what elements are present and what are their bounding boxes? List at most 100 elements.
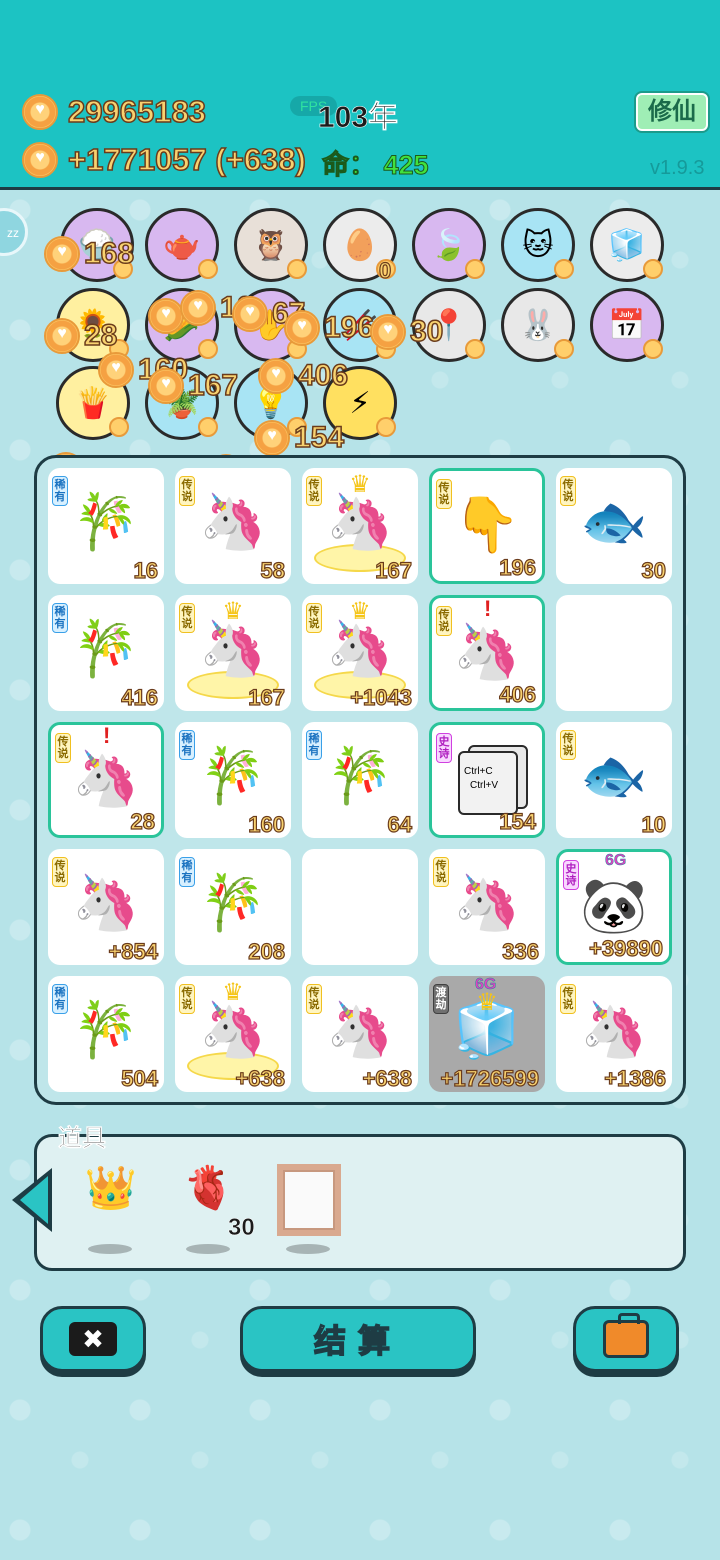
rarity-tag: 传说 [436, 606, 452, 636]
grid-cell[interactable]: 🦄 传说 58 [175, 468, 291, 584]
grid-cell[interactable]: 👇 传说 196 [429, 468, 545, 584]
owls-icon[interactable]: 🦉 [234, 208, 308, 282]
cell-value: 336 [502, 938, 540, 964]
floating-coin: 28 [44, 318, 118, 354]
floating-coin: 30 [370, 314, 444, 350]
coin-icon [148, 298, 184, 334]
floating-coin-value: 196 [323, 310, 375, 345]
coin-icon [180, 290, 216, 326]
rarity-tag: 稀有 [306, 730, 322, 760]
income-display: +1771057 (+638) [22, 141, 307, 178]
rarity-tag: 传说 [436, 479, 452, 509]
coin-icon [198, 417, 218, 437]
fries-icon-glyph: 🍟 [74, 386, 112, 420]
settle-button[interactable]: 结算 [240, 1306, 476, 1372]
cell-value: +1726599 [440, 1065, 540, 1091]
alert-icon: ! [484, 596, 492, 621]
cell-value: +638 [362, 1065, 413, 1091]
coin-icon [198, 339, 218, 359]
rabbit-icon-glyph: 🐰 [519, 308, 557, 342]
floating-coin-value: 28 [83, 318, 118, 353]
tofu-cubes-icon[interactable]: 🧊 [590, 208, 664, 282]
level-badge: 6G [605, 852, 627, 869]
rarity-tag: 传说 [179, 984, 195, 1014]
grid-cell[interactable]: 🦄 传说 336 [429, 849, 545, 965]
cat-tree-icon[interactable]: 🐱 [501, 208, 575, 282]
grid-cell[interactable]: 🦄 传说 +854 [48, 849, 164, 965]
coin-icon [198, 259, 218, 279]
grid-cell[interactable]: 🦄 ♛ 传说 167 [175, 595, 291, 711]
cell-value: 167 [375, 557, 413, 583]
gravy-boat-icon-glyph: 🫖 [163, 228, 201, 262]
rabbit-icon[interactable]: 🐰 [501, 288, 575, 362]
grid-cell[interactable]: 🦄! 传说 406 [429, 595, 545, 711]
coin-icon [98, 352, 134, 388]
grid-cell[interactable]: 🦄 ♛ 传说 +1043 [302, 595, 418, 711]
year-display: 103年 [318, 101, 399, 135]
floating-coin: 406 [258, 358, 349, 394]
floating-coin: 154 [254, 420, 345, 456]
rarity-tag: 传说 [179, 603, 195, 633]
item-frame[interactable] [272, 1164, 346, 1254]
grid-cell[interactable]: 🐼 6G 史诗 +39890 [556, 849, 672, 965]
floating-coin-value: 154 [293, 420, 345, 455]
grid-cell[interactable] [556, 595, 672, 711]
grid-cell[interactable]: 🦄 传说 +638 [302, 976, 418, 1092]
cultivation-button[interactable]: 修仙 [636, 93, 708, 131]
alert-icon: ! [103, 723, 111, 748]
coin-icon [22, 142, 58, 178]
rarity-tag: 传说 [560, 476, 576, 506]
grid-cell[interactable]: 🐟 传说 30 [556, 468, 672, 584]
coin-icon [643, 339, 663, 359]
income-value: +1771057 (+638) [67, 141, 306, 178]
items-title: 道具 [58, 1125, 107, 1153]
coin-icon [554, 339, 574, 359]
grid-cell[interactable]: 🎋 稀有 504 [48, 976, 164, 1092]
rarity-tag: 传说 [560, 730, 576, 760]
grid-cell[interactable]: 🧊 ♛ 6G 渡劫 +1726599 [429, 976, 545, 1092]
leaf-icon-glyph: 🍃 [430, 228, 468, 262]
lightning-icon-glyph: ⚡ [349, 386, 371, 420]
leaf-icon[interactable]: 🍃 [412, 208, 486, 282]
grid-cell[interactable]: 🦄 ♛ 传说 +638 [175, 976, 291, 1092]
icon-count: 0 [378, 257, 392, 283]
cell-value: 208 [248, 938, 286, 964]
clipboard-line: Ctrl+C [464, 766, 493, 777]
grid-cell[interactable]: 🦄! 传说 28 [48, 722, 164, 838]
grid-cell[interactable] [302, 849, 418, 965]
coin-icon [465, 259, 485, 279]
grid-cell[interactable]: 🎋 稀有 64 [302, 722, 418, 838]
floating-coin: 196 [284, 310, 375, 346]
floating-coin-value: 406 [297, 358, 349, 393]
calendar-icon-glyph: 📅 [608, 308, 646, 342]
grid-cell[interactable]: 🐟 传说 10 [556, 722, 672, 838]
cell-value: 406 [499, 681, 537, 707]
grid-cell[interactable]: 🎋 稀有 208 [175, 849, 291, 965]
grid-cell[interactable]: Ctrl+C Ctrl+V 史诗 154 [429, 722, 545, 838]
cell-value: +1043 [350, 684, 413, 710]
coin-icon [148, 368, 184, 404]
bag-button[interactable] [573, 1306, 679, 1372]
level-badge: 6G [475, 976, 497, 993]
clipboard-icon: Ctrl+C Ctrl+V [458, 751, 518, 815]
grid-cell[interactable]: 🎋 稀有 160 [175, 722, 291, 838]
calendar-icon[interactable]: 📅 [590, 288, 664, 362]
liver-count: 30 [228, 1214, 255, 1242]
coin-icon [465, 339, 485, 359]
item-crown[interactable]: 👑 [74, 1164, 148, 1254]
rarity-tag: 史诗 [436, 733, 452, 763]
grid-cell[interactable]: 🎋 稀有 16 [48, 468, 164, 584]
grid-cell[interactable]: 🎋 稀有 416 [48, 595, 164, 711]
gravy-boat-icon[interactable]: 🫖 [145, 208, 219, 282]
coin-icon [284, 310, 320, 346]
rarity-tag: 传说 [306, 476, 322, 506]
close-button[interactable]: ✖ [40, 1306, 146, 1372]
grid-cell[interactable]: 🦄 ♛ 传说 167 [302, 468, 418, 584]
coin-icon [254, 420, 290, 456]
coin-icon [44, 236, 80, 272]
rarity-tag: 稀有 [52, 476, 68, 506]
grid-cell[interactable]: 🦄 传说 +1386 [556, 976, 672, 1092]
coin-icon [370, 314, 406, 350]
coin-icon [287, 259, 307, 279]
cell-value: 416 [121, 684, 159, 710]
